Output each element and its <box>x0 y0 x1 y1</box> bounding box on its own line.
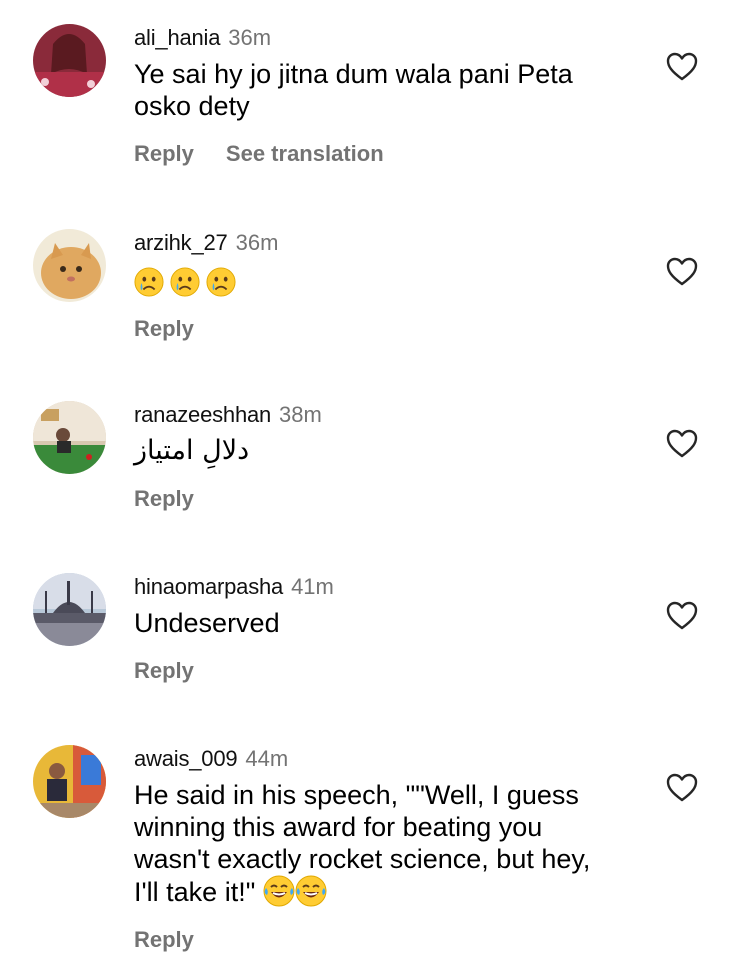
comment-body: awais_009 44m He said in his speech, ""We… <box>134 745 634 954</box>
comment-meta: ali_hania 36m <box>134 24 634 52</box>
reply-button[interactable]: Reply <box>134 316 194 341</box>
comment-meta: hinaomarpasha 41m <box>134 573 634 601</box>
timestamp: 36m <box>228 25 272 50</box>
comment-text: Ye sai hy jo jitna dum wala pani Peta os… <box>134 58 634 122</box>
comment-body: arzihk_27 36m Reply <box>134 229 634 343</box>
username[interactable]: hinaomarpasha <box>134 574 283 599</box>
comment-actions: Reply <box>134 926 634 954</box>
timestamp: 38m <box>279 402 322 427</box>
tears-of-joy-icon <box>295 875 327 907</box>
avatar[interactable] <box>33 745 106 818</box>
comment-meta: arzihk_27 36m <box>134 229 634 257</box>
comment-body: ali_hania 36m Ye sai hy jo jitna dum wala… <box>134 24 634 168</box>
comment-actions: Reply <box>134 657 634 685</box>
see-translation-button[interactable]: See translation <box>226 141 384 166</box>
avatar[interactable] <box>33 573 106 646</box>
avatar[interactable] <box>33 401 106 474</box>
comment-text: Undeserved <box>134 608 280 638</box>
comment-text: دلالِ امتیاز <box>134 435 250 466</box>
reply-button[interactable]: Reply <box>134 141 194 166</box>
timestamp: 44m <box>245 746 289 771</box>
crying-face-icon <box>206 267 236 297</box>
comment-text-line: winning this award for beating you <box>134 812 543 842</box>
avatar[interactable] <box>33 24 106 97</box>
avatar[interactable] <box>33 229 106 302</box>
reply-button[interactable]: Reply <box>134 927 194 952</box>
comment-actions: Reply See translation <box>134 140 634 168</box>
comment-text-line: Ye sai hy jo jitna dum wala pani Peta <box>134 59 573 89</box>
comment-text-line: wasn't exactly rocket science, but hey, <box>134 844 591 874</box>
username[interactable]: arzihk_27 <box>134 230 228 255</box>
comment-text-line: osko dety <box>134 91 250 121</box>
timestamp: 36m <box>235 230 279 255</box>
username[interactable]: awais_009 <box>134 746 238 771</box>
comment-meta: ranazeeshhan 38m <box>134 401 634 429</box>
comment-body: ranazeeshhan 38m دلالِ امتیاز Reply <box>134 401 634 513</box>
comment-body: hinaomarpasha 41m Undeserved Reply <box>134 573 634 685</box>
reply-button[interactable]: Reply <box>134 486 194 511</box>
comment-emoji-row <box>134 265 634 299</box>
heart-outline-icon[interactable] <box>666 773 698 803</box>
timestamp: 41m <box>291 574 334 599</box>
crying-face-icon <box>134 267 164 297</box>
comment-actions: Reply <box>134 485 634 513</box>
comment-text-fragment: I'll take it!" <box>134 877 256 907</box>
username[interactable]: ali_hania <box>134 25 220 50</box>
heart-outline-icon[interactable] <box>666 52 698 82</box>
comment-meta: awais_009 44m <box>134 745 634 773</box>
crying-face-icon <box>170 267 200 297</box>
comment-actions: Reply <box>134 315 634 343</box>
heart-outline-icon[interactable] <box>666 257 698 287</box>
comment-text-line: He said in his speech, ""Well, I guess <box>134 780 579 810</box>
heart-outline-icon[interactable] <box>666 429 698 459</box>
comment-text-line: I'll take it!" <box>134 875 634 908</box>
heart-outline-icon[interactable] <box>666 601 698 631</box>
comment-text: He said in his speech, ""Well, I guess w… <box>134 779 634 908</box>
tears-of-joy-icon <box>263 875 295 907</box>
username[interactable]: ranazeeshhan <box>134 402 271 427</box>
reply-button[interactable]: Reply <box>134 658 194 683</box>
